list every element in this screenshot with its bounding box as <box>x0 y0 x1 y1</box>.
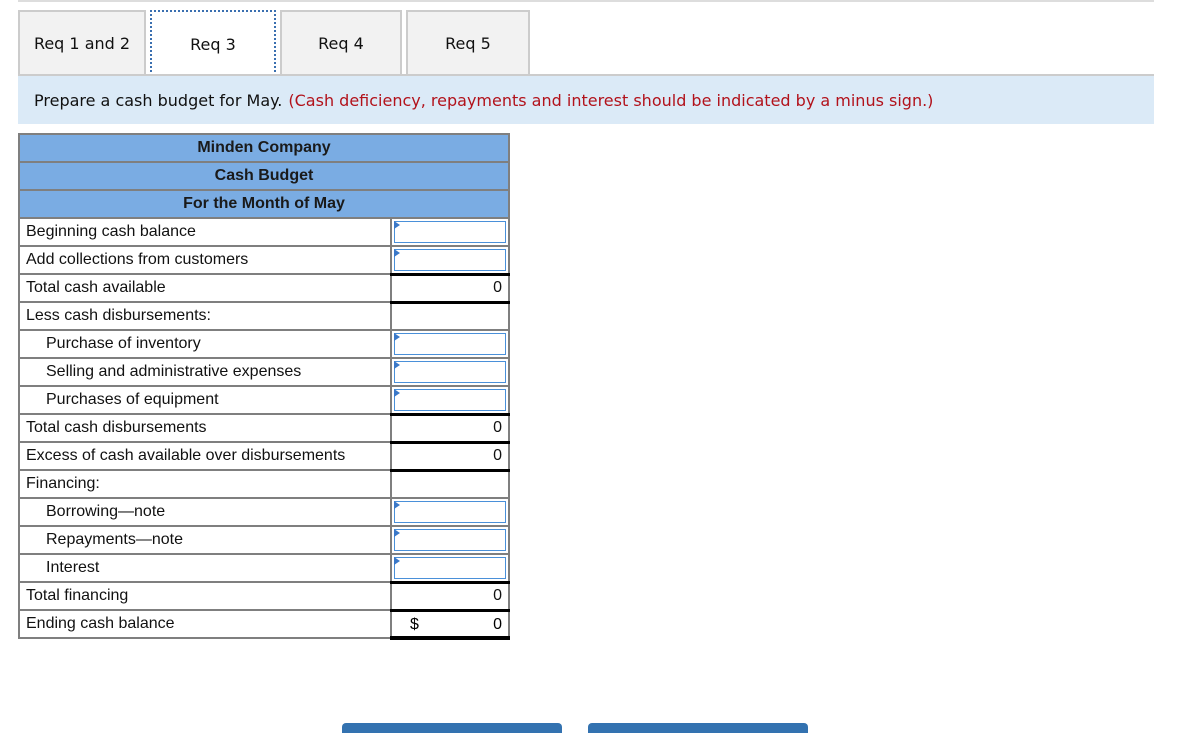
amount-input[interactable] <box>394 389 506 411</box>
amount-input[interactable] <box>394 557 506 579</box>
amount-cell[interactable] <box>390 385 510 415</box>
ending-balance-value: 0 <box>493 615 502 633</box>
budget-row: Add collections from customers <box>18 245 510 275</box>
top-divider <box>18 0 1154 2</box>
budget-row: Total financing 0 <box>18 580 510 611</box>
row-label: Excess of cash available over disburseme… <box>18 441 392 471</box>
budget-row: Excess of cash available over disburseme… <box>18 440 510 471</box>
budget-row: Total cash available 0 <box>18 272 510 303</box>
amount-cell[interactable] <box>390 245 510 275</box>
statement-title: Cash Budget <box>18 161 510 191</box>
amount-cell[interactable] <box>390 217 510 247</box>
row-label: Beginning cash balance <box>18 217 392 247</box>
budget-row: Selling and administrative expenses <box>18 357 510 387</box>
total-value: 0 <box>390 440 510 471</box>
row-label: Purchases of equipment <box>18 385 392 415</box>
tab-req-3[interactable]: Req 3 <box>150 10 276 76</box>
budget-row: Ending cash balance $0 <box>18 608 510 640</box>
total-value: 0 <box>390 412 510 443</box>
row-label: Borrowing—note <box>18 497 392 527</box>
amount-cell[interactable] <box>390 357 510 387</box>
instruction-banner: Prepare a cash budget for May. (Cash def… <box>18 76 1154 124</box>
amount-cell[interactable] <box>390 497 510 527</box>
empty-cell <box>390 300 510 331</box>
amount-cell[interactable] <box>390 525 510 555</box>
total-value: 0 <box>390 580 510 611</box>
row-label: Less cash disbursements: <box>18 301 392 331</box>
row-label: Interest <box>18 553 392 583</box>
budget-row: Beginning cash balance <box>18 217 510 247</box>
tab-req-4[interactable]: Req 4 <box>280 10 402 74</box>
amount-input[interactable] <box>394 529 506 551</box>
row-label: Purchase of inventory <box>18 329 392 359</box>
amount-cell[interactable] <box>390 553 510 583</box>
row-label: Total financing <box>18 581 392 611</box>
row-label: Financing: <box>18 469 392 499</box>
budget-row: Borrowing—note <box>18 497 510 527</box>
cash-budget-table: Minden Company Cash Budget For the Month… <box>18 133 510 640</box>
requirement-tabs: Req 1 and 2 Req 3 Req 4 Req 5 <box>18 10 534 76</box>
budget-row: Repayments—note <box>18 525 510 555</box>
budget-row: Purchase of inventory <box>18 329 510 359</box>
currency-symbol: $ <box>410 615 419 633</box>
empty-cell <box>390 468 510 499</box>
budget-row: Less cash disbursements: <box>18 300 510 331</box>
amount-input[interactable] <box>394 249 506 271</box>
amount-cell[interactable] <box>390 329 510 359</box>
budget-row: Purchases of equipment <box>18 385 510 415</box>
row-label: Repayments—note <box>18 525 392 555</box>
row-label: Total cash disbursements <box>18 413 392 443</box>
instruction-text: Prepare a cash budget for May. <box>34 90 283 110</box>
instruction-note: (Cash deficiency, repayments and interes… <box>288 90 934 110</box>
total-value: 0 <box>390 272 510 303</box>
row-label: Ending cash balance <box>18 609 392 639</box>
budget-row: Interest <box>18 553 510 583</box>
amount-input[interactable] <box>394 333 506 355</box>
company-name: Minden Company <box>18 133 510 163</box>
prev-button[interactable] <box>342 723 562 733</box>
ending-balance-cell: $0 <box>390 608 510 640</box>
row-label: Add collections from customers <box>18 245 392 275</box>
tab-req-5[interactable]: Req 5 <box>406 10 530 74</box>
budget-row: Total cash disbursements 0 <box>18 412 510 443</box>
budget-row: Financing: <box>18 468 510 499</box>
amount-input[interactable] <box>394 361 506 383</box>
tab-req-1-and-2[interactable]: Req 1 and 2 <box>18 10 146 74</box>
amount-input[interactable] <box>394 221 506 243</box>
row-label: Total cash available <box>18 273 392 303</box>
row-label: Selling and administrative expenses <box>18 357 392 387</box>
statement-period: For the Month of May <box>18 189 510 219</box>
next-button[interactable] <box>588 723 808 733</box>
amount-input[interactable] <box>394 501 506 523</box>
